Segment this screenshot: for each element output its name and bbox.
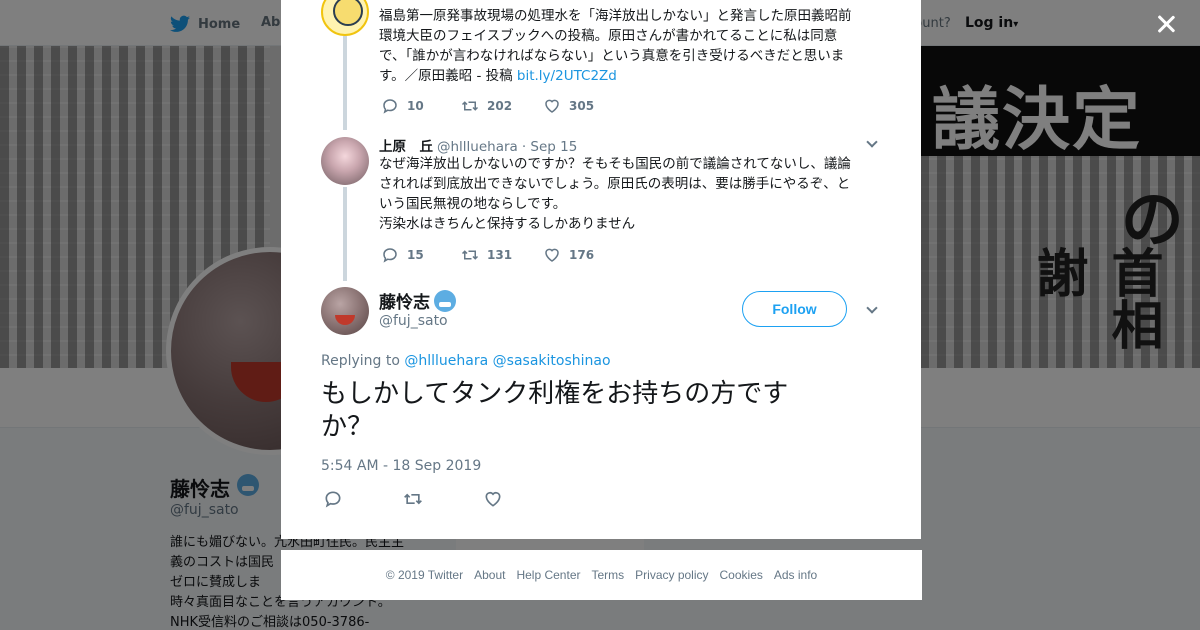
footer-link-privacy[interactable]: Privacy policy xyxy=(635,568,708,582)
chevron-down-icon[interactable] xyxy=(866,302,878,314)
like-button[interactable]: 305 xyxy=(543,97,623,115)
main-author-name[interactable]: 藤怜志 xyxy=(379,288,456,313)
footer-link-about[interactable]: About xyxy=(474,568,505,582)
avatar[interactable] xyxy=(321,137,369,185)
reply-icon xyxy=(325,491,341,508)
reply-icon xyxy=(383,248,397,263)
retweet-button[interactable]: 202 xyxy=(461,97,543,115)
modal-footer: © 2019 Twitter About Help Center Terms P… xyxy=(281,550,922,600)
retweet-count: 131 xyxy=(487,248,513,262)
like-button[interactable]: 176 xyxy=(543,246,623,264)
replying-to: Replying to @hllluehara @sasakitoshinao xyxy=(321,353,611,369)
close-icon[interactable] xyxy=(1154,12,1178,36)
reply-count: 10 xyxy=(407,99,424,113)
chevron-down-icon[interactable] xyxy=(866,136,878,148)
retweet-button[interactable]: 131 xyxy=(461,246,543,264)
main-tweet-actions xyxy=(323,489,563,513)
footer-copyright: © 2019 Twitter xyxy=(385,568,464,582)
tweet-link[interactable]: bit.ly/2UTC2Zd xyxy=(517,68,617,84)
footer-link-help[interactable]: Help Center xyxy=(516,568,580,582)
retweet-button[interactable] xyxy=(403,489,483,513)
footer-link-terms[interactable]: Terms xyxy=(591,568,624,582)
like-icon xyxy=(545,248,559,262)
reply-mention[interactable]: @hllluehara xyxy=(404,353,488,369)
tweet-actions: 10 202 305 xyxy=(381,97,623,115)
like-icon xyxy=(545,99,559,113)
reply-button[interactable] xyxy=(323,489,403,513)
footer-link-cookies[interactable]: Cookies xyxy=(720,568,763,582)
tweet-text: なぜ海洋放出しかないのですか？そもそも国民の前で議論されてないし、議論 されれば… xyxy=(379,156,851,232)
like-button[interactable] xyxy=(483,489,563,513)
like-count: 305 xyxy=(569,99,595,113)
retweet-icon xyxy=(461,101,479,111)
avatar[interactable] xyxy=(321,287,369,335)
main-author-handle[interactable]: @fuj_sato xyxy=(379,313,448,329)
reply-mention[interactable]: @sasakitoshinao xyxy=(493,353,611,369)
tweet-author-name[interactable]: 上原 丘 xyxy=(379,135,433,155)
retweet-icon xyxy=(461,250,479,260)
tweet-date[interactable]: · Sep 15 xyxy=(522,139,578,155)
tweet-header: 上原 丘 @hllluehara · Sep 15 xyxy=(379,135,577,155)
tweet-author-handle[interactable]: @hllluehara xyxy=(437,139,518,155)
reply-icon xyxy=(383,99,397,114)
main-tweet-text: もしかしてタンク利権をお持ちの方です か？ xyxy=(321,379,789,442)
footer-link-ads[interactable]: Ads info xyxy=(774,568,817,582)
like-count: 176 xyxy=(569,248,595,262)
tweet-timestamp[interactable]: 5:54 AM - 18 Sep 2019 xyxy=(321,458,481,474)
replying-prefix: Replying to xyxy=(321,353,405,369)
emoji-badge-icon xyxy=(434,289,456,312)
reply-count: 15 xyxy=(407,248,424,262)
like-icon xyxy=(485,491,501,507)
tweet-modal: 福島第一原発事故現場の処理水を「海洋放出しかない」と発言した原田義昭前 環境大臣… xyxy=(281,0,921,539)
avatar[interactable] xyxy=(321,0,369,36)
reply-button[interactable]: 10 xyxy=(381,97,461,115)
follow-button[interactable]: Follow xyxy=(742,291,847,327)
thread-line xyxy=(343,187,347,281)
retweet-count: 202 xyxy=(487,99,513,113)
retweet-icon xyxy=(404,493,422,505)
thread-line xyxy=(343,36,347,130)
reply-button[interactable]: 15 xyxy=(381,246,461,264)
tweet-actions: 15 131 176 xyxy=(381,246,623,264)
tweet-text: 福島第一原発事故現場の処理水を「海洋放出しかない」と発言した原田義昭前 環境大臣… xyxy=(379,8,852,84)
